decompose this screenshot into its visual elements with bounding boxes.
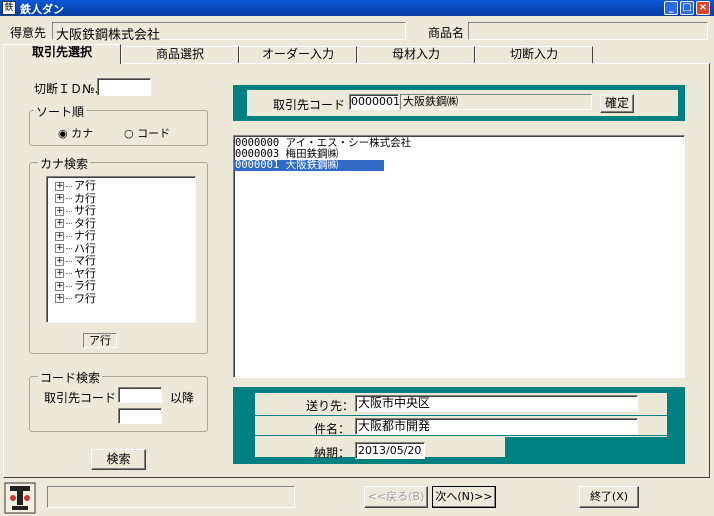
subject-label: 件名： — [313, 422, 350, 436]
mascot-logo — [4, 482, 36, 514]
kana-tree[interactable]: + ア行 + カ行 + サ行 + タ行 + ナ行 + ハ行 + マ行 + ヤ行 + ラ行 + ワ行 — [46, 176, 196, 323]
product-label: 商品名 — [428, 26, 465, 40]
subject-input[interactable]: 大阪都市開発 — [355, 418, 638, 435]
expand-icon[interactable]: + — [55, 194, 64, 203]
expand-icon[interactable]: + — [55, 219, 64, 228]
code-search-label: 取引先コード — [44, 391, 117, 405]
tab-base-material-input[interactable]: 母材入力 — [357, 46, 475, 63]
tab-product-select[interactable]: 商品選択 — [121, 46, 239, 63]
sort-radio-kana[interactable]: ◉ カナ — [58, 125, 93, 141]
expand-icon[interactable]: + — [55, 269, 64, 278]
exit-button[interactable]: 終了(X) — [579, 486, 639, 508]
cut-id-input[interactable] — [97, 78, 151, 96]
radio-checked-icon: ◉ — [58, 127, 68, 140]
sort-group-title: ソート順 — [34, 103, 87, 120]
code-from-input[interactable] — [118, 387, 162, 403]
due-date-label: 納期： — [313, 446, 350, 460]
due-date-input[interactable]: 2013/05/20 — [355, 442, 425, 459]
sort-code-label: コード — [137, 127, 171, 140]
search-button[interactable]: 検索 — [91, 449, 146, 470]
expand-icon[interactable]: + — [55, 294, 64, 303]
window-title: 鉄人ダン — [20, 3, 64, 16]
expand-icon[interactable]: + — [55, 206, 64, 216]
back-button[interactable]: <<戻る(B) — [364, 486, 428, 508]
kana-search-title: カナ検索 — [38, 155, 91, 172]
confirm-button[interactable]: 確定 — [600, 94, 634, 113]
tree-item-wa[interactable]: + ワ行 — [55, 292, 195, 306]
tab-cutting-input[interactable]: 切断入力 — [475, 46, 593, 63]
status-field — [47, 486, 295, 508]
list-item-selected[interactable]: 0000001 大阪鉄鋼㈱ — [234, 160, 384, 171]
expand-icon[interactable]: + — [55, 256, 64, 266]
maximize-icon[interactable]: □ — [680, 1, 694, 15]
expand-icon[interactable]: + — [55, 231, 64, 241]
client-code-input[interactable]: 0000001 — [349, 94, 400, 110]
tab-client-select[interactable]: 取引先選択 — [3, 44, 121, 64]
title-bar: 鉄 鉄人ダン _ □ × — [0, 0, 714, 16]
expand-icon[interactable]: + — [55, 281, 64, 291]
destination-label: 送り先： — [306, 399, 355, 413]
minimize-icon[interactable]: _ — [664, 1, 678, 15]
product-field — [468, 22, 708, 40]
sort-kana-label: カナ — [71, 127, 94, 140]
kana-selected-label: ア行 — [83, 333, 117, 348]
customer-label: 得意先 — [10, 26, 47, 40]
code-after-label: 以降 — [170, 391, 195, 405]
next-button[interactable]: 次へ(N)>> — [432, 486, 496, 508]
code-to-input[interactable] — [118, 408, 162, 424]
client-name-field: 大阪鉄鋼㈱ — [400, 94, 592, 110]
client-list[interactable]: 0000000 アイ・エス・シー株式会社 0000003 梅田鉄鋼㈱ 00000… — [233, 135, 685, 378]
tab-order-input[interactable]: オーダー入力 — [239, 46, 357, 63]
expand-icon[interactable]: + — [55, 244, 64, 253]
close-icon[interactable]: × — [696, 1, 710, 15]
app-icon: 鉄 — [2, 1, 16, 15]
expand-icon[interactable]: + — [55, 181, 64, 191]
customer-field: 大阪鉄鋼株式会社 — [52, 22, 406, 43]
radio-unchecked-icon: ○ — [124, 127, 134, 140]
cut-id-label: 切断ＩＤ№. — [34, 82, 99, 96]
client-code-label: 取引先コード — [273, 98, 346, 112]
sort-radio-code[interactable]: ○ コード — [124, 125, 170, 141]
code-search-title: コード検索 — [38, 369, 103, 386]
destination-input[interactable]: 大阪市中央区 — [355, 395, 638, 412]
